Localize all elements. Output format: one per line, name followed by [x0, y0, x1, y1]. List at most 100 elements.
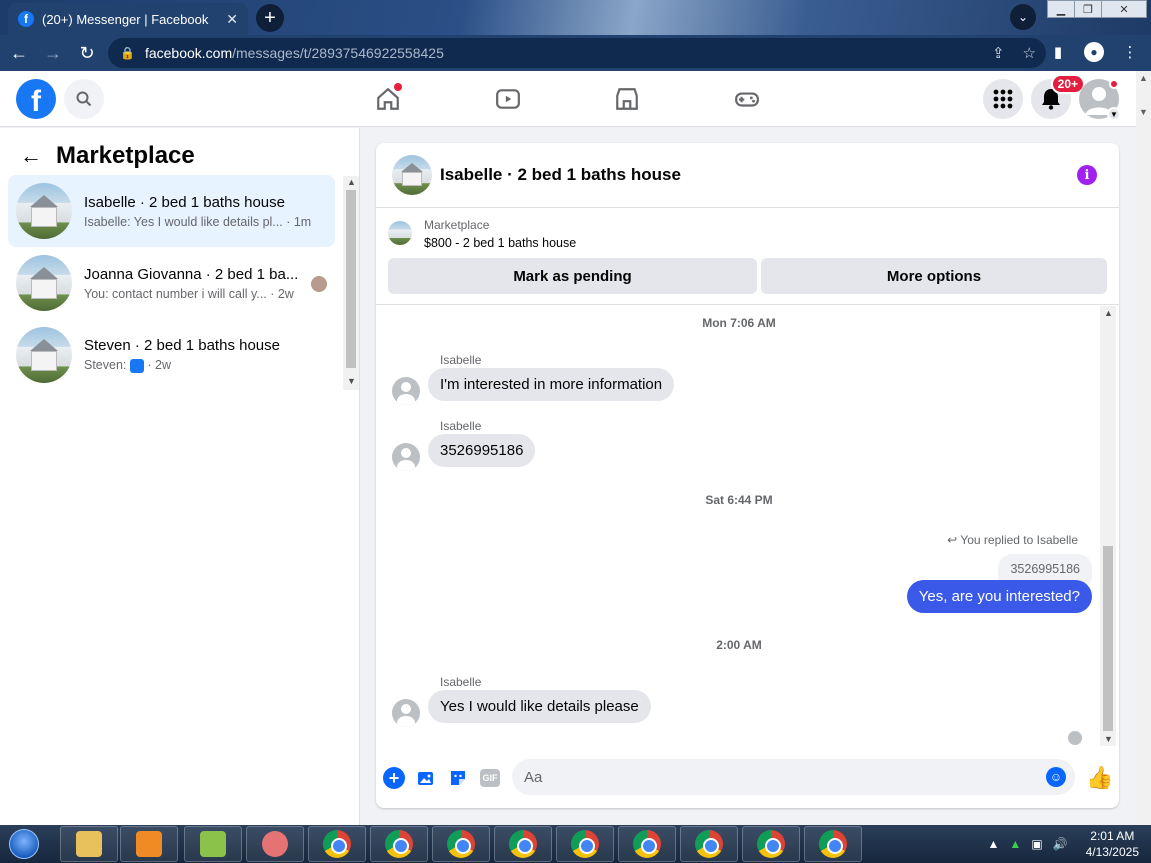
- timestamp: Sat 6:44 PM: [705, 493, 773, 507]
- taskbar-chrome[interactable]: [556, 826, 614, 862]
- forward-button[interactable]: →: [38, 38, 68, 68]
- show-hidden-icons[interactable]: ▲: [988, 837, 1000, 851]
- share-icon[interactable]: ⇪: [992, 44, 1005, 62]
- clock[interactable]: 2:01 AM 4/13/2025: [1086, 828, 1139, 860]
- listing-thumbnail: [16, 255, 72, 311]
- back-arrow-icon[interactable]: ←: [20, 143, 42, 169]
- conversation-item[interactable]: Joanna Giovanna · 2 bed 1 ba... You: con…: [8, 247, 335, 319]
- message-scrollbar[interactable]: ▲ ▼: [1100, 306, 1116, 746]
- close-tab-icon[interactable]: ✕: [226, 11, 238, 28]
- gif-icon[interactable]: GIF: [480, 769, 500, 787]
- more-options-button[interactable]: More options: [761, 258, 1107, 294]
- marketplace-nav[interactable]: [611, 83, 643, 115]
- start-button[interactable]: [2, 826, 46, 862]
- menu-button[interactable]: [983, 79, 1023, 119]
- conversation-item[interactable]: Steven · 2 bed 1 baths house Steven: · 2…: [8, 319, 335, 391]
- bookmark-star-icon[interactable]: ☆: [1023, 44, 1036, 62]
- network-icon[interactable]: ▣: [1031, 837, 1042, 851]
- page-scrollbar[interactable]: ▲ ▼: [1136, 71, 1151, 825]
- taskbar-chrome[interactable]: [680, 826, 738, 862]
- incoming-message[interactable]: 3526995186: [428, 434, 536, 467]
- lock-icon[interactable]: 🔒: [120, 46, 135, 60]
- watch-nav[interactable]: [492, 83, 524, 115]
- side-panel-icon[interactable]: ▮: [1045, 39, 1071, 65]
- conversation-item[interactable]: Isabelle · 2 bed 1 baths house Isabelle:…: [8, 175, 335, 247]
- scroll-down-arrow-icon[interactable]: ▼: [347, 376, 356, 386]
- conversation-list-scrollbar[interactable]: ▲ ▼: [343, 176, 359, 390]
- account-avatar-button[interactable]: ▼: [1079, 79, 1121, 121]
- taskbar-app[interactable]: [184, 826, 242, 862]
- profile-button[interactable]: ●: [1081, 39, 1107, 65]
- conversation-time: · 1m: [286, 214, 312, 229]
- taskbar-chrome[interactable]: [804, 826, 862, 862]
- incoming-message[interactable]: Yes I would like details please: [428, 690, 651, 723]
- close-window-button[interactable]: ✕: [1101, 0, 1147, 18]
- scroll-up-arrow-icon[interactable]: ▲: [347, 177, 356, 187]
- taskbar-chrome[interactable]: [370, 826, 428, 862]
- reload-button[interactable]: ↻: [72, 38, 102, 68]
- emoji-icon[interactable]: ☺: [1046, 767, 1066, 787]
- timestamp: Mon 7:06 AM: [702, 316, 776, 330]
- listing-title[interactable]: $800 - 2 bed 1 baths house: [424, 236, 576, 250]
- chrome-icon: [385, 830, 413, 858]
- conversation-name: Isabelle · 2 bed 1 baths house: [84, 193, 285, 211]
- windows-logo-icon: [9, 829, 39, 859]
- sender-avatar: [392, 377, 420, 405]
- reply-indicator: ↩ You replied to Isabelle: [947, 533, 1078, 547]
- search-button[interactable]: [64, 79, 104, 119]
- taskbar-chrome[interactable]: [618, 826, 676, 862]
- mark-as-pending-button[interactable]: Mark as pending: [388, 258, 757, 294]
- taskbar-media[interactable]: [120, 826, 178, 862]
- conversation-preview: Steven:: [84, 358, 130, 373]
- browser-menu-icon[interactable]: ⋮: [1117, 39, 1143, 65]
- address-bar[interactable]: 🔒 facebook.com/messages/t/28937546922558…: [108, 38, 1046, 68]
- browser-tab[interactable]: f (20+) Messenger | Facebook ✕: [8, 3, 248, 35]
- restore-button[interactable]: ❐: [1074, 0, 1102, 18]
- tray-app-icon[interactable]: ▲: [1009, 837, 1021, 851]
- sticker-icon[interactable]: [447, 767, 469, 789]
- profile-icon: ●: [1084, 42, 1104, 62]
- taskbar-explorer[interactable]: [60, 826, 118, 862]
- chat-window: Isabelle · 2 bed 1 baths house i Marketp…: [376, 143, 1119, 808]
- panel-header: ← Marketplace: [20, 142, 195, 170]
- listing-thumbnail[interactable]: [392, 155, 432, 195]
- tab-search-button[interactable]: ⌄: [1010, 4, 1036, 30]
- back-button[interactable]: ←: [4, 38, 34, 68]
- volume-icon[interactable]: 🔊: [1053, 837, 1068, 851]
- facebook-logo-icon[interactable]: f: [16, 79, 56, 119]
- browser-tabstrip: f (20+) Messenger | Facebook ✕ + ⌄ ▁ ❐ ✕: [0, 0, 1151, 35]
- seen-avatar: [311, 276, 327, 292]
- chrome-icon: [323, 830, 351, 858]
- message-input[interactable]: [512, 759, 1075, 795]
- thumbs-up-send-icon[interactable]: 👍: [1086, 765, 1113, 791]
- scroll-down-arrow-icon[interactable]: ▼: [1139, 107, 1148, 117]
- chrome-icon: [633, 830, 661, 858]
- notifications-button[interactable]: 20+: [1031, 74, 1085, 119]
- taskbar-chrome[interactable]: [494, 826, 552, 862]
- scrollbar-thumb[interactable]: [1103, 546, 1113, 731]
- chat-title[interactable]: Isabelle · 2 bed 1 baths house: [440, 165, 681, 185]
- taskbar-snipping[interactable]: [246, 826, 304, 862]
- plus-icon[interactable]: +: [383, 767, 405, 789]
- account-notification-dot: [1109, 79, 1119, 89]
- facebook-favicon-icon: f: [18, 11, 34, 27]
- new-tab-button[interactable]: +: [256, 4, 284, 32]
- chrome-icon: [509, 830, 537, 858]
- scroll-up-arrow-icon[interactable]: ▲: [1139, 73, 1148, 83]
- taskbar-chrome[interactable]: [742, 826, 800, 862]
- info-icon[interactable]: i: [1077, 165, 1097, 185]
- taskbar-chrome[interactable]: [432, 826, 490, 862]
- scroll-down-arrow-icon[interactable]: ▼: [1104, 734, 1113, 744]
- scrollbar-thumb[interactable]: [346, 190, 356, 368]
- gaming-nav[interactable]: [731, 83, 763, 115]
- outgoing-message[interactable]: Yes, are you interested?: [906, 580, 1092, 613]
- scroll-up-arrow-icon[interactable]: ▲: [1104, 308, 1113, 318]
- taskbar-chrome[interactable]: [308, 826, 366, 862]
- message-composer: + GIF ☺ 👍: [376, 755, 1119, 801]
- marketplace-listing-bar: Marketplace $800 - 2 bed 1 baths house M…: [376, 209, 1119, 305]
- home-nav[interactable]: [372, 83, 404, 115]
- minimize-button[interactable]: ▁: [1047, 0, 1075, 18]
- sender-avatar: [392, 443, 420, 471]
- incoming-message[interactable]: I'm interested in more information: [428, 368, 675, 401]
- image-icon[interactable]: [415, 767, 437, 789]
